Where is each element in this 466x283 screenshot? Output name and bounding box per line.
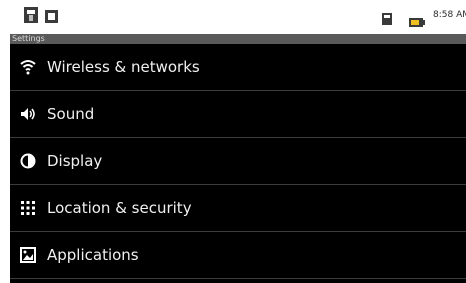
status-bar: 8:58 AM xyxy=(10,0,466,34)
sd-card-icon xyxy=(382,10,392,29)
settings-screen: 8:58 AM Settings Wireless & networks xyxy=(10,0,466,283)
title-bar: Settings xyxy=(10,34,466,44)
settings-item-wireless-networks[interactable]: Wireless & networks xyxy=(10,44,466,91)
speaker-icon xyxy=(20,106,36,122)
grid-lock-icon xyxy=(20,200,36,216)
settings-item-label: Applications xyxy=(47,246,139,264)
wifi-icon xyxy=(20,59,36,75)
applications-icon xyxy=(20,247,36,263)
settings-item-display[interactable]: Display xyxy=(10,138,466,185)
usb-icon[interactable] xyxy=(24,7,38,27)
page-title: Settings xyxy=(12,34,45,43)
photo-notification-icon[interactable] xyxy=(45,8,58,27)
settings-item-sound[interactable]: Sound xyxy=(10,91,466,138)
settings-item-label: Display xyxy=(47,152,103,170)
settings-item-label: Sound xyxy=(47,105,95,123)
battery-icon xyxy=(409,12,425,31)
settings-item-applications[interactable]: Applications xyxy=(10,232,466,279)
clock-time: 8:58 AM xyxy=(433,10,466,20)
settings-item-label: Location & security xyxy=(47,199,192,217)
brightness-icon xyxy=(20,153,36,169)
settings-item-label: Wireless & networks xyxy=(47,58,200,76)
settings-item-location-security[interactable]: Location & security xyxy=(10,185,466,232)
settings-list: Wireless & networks Sound Display Locati… xyxy=(10,44,466,279)
